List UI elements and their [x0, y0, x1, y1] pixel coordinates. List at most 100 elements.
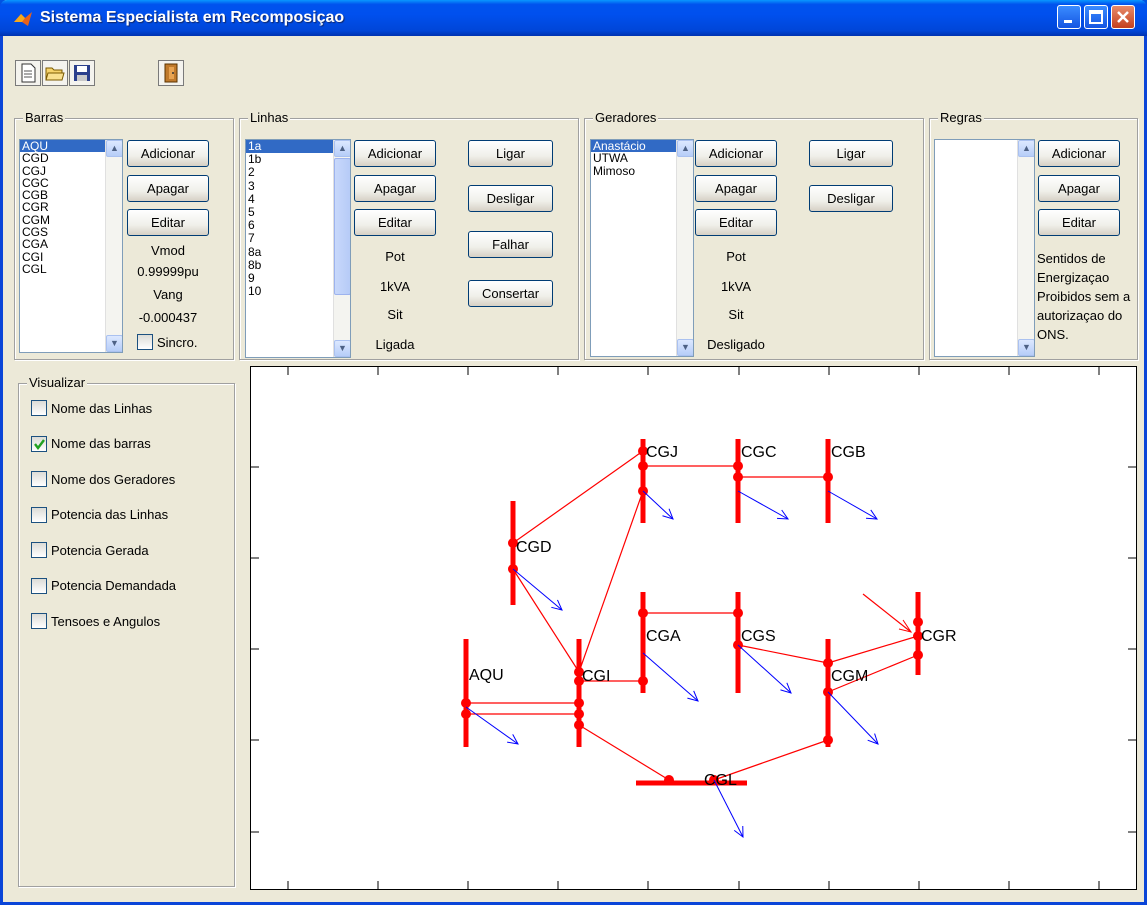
visualizar-option-label: Potencia Gerada	[51, 542, 149, 558]
bus-node	[574, 709, 584, 719]
bus-node	[461, 709, 471, 719]
visualizar-option[interactable]: Potencia Gerada	[31, 540, 149, 560]
barras-delete-button[interactable]: Apagar	[127, 175, 209, 202]
visualizar-option[interactable]: Potencia das Linhas	[31, 505, 168, 525]
scroll-up-icon[interactable]: ▲	[106, 140, 122, 157]
visualizar-option[interactable]: Potencia Demandada	[31, 576, 176, 596]
bus-node	[638, 461, 648, 471]
visualizar-option[interactable]: Nome das barras	[31, 434, 151, 454]
bus-node	[913, 650, 923, 660]
geradores-ligar-button[interactable]: Ligar	[809, 140, 893, 167]
bus-node	[823, 472, 833, 482]
geradores-edit-button[interactable]: Editar	[695, 209, 777, 236]
vang-label: Vang	[153, 287, 183, 302]
geradores-scrollbar[interactable]: ▲ ▼	[676, 140, 693, 356]
maximize-button[interactable]	[1084, 5, 1108, 29]
geradores-pot-value: 1kVA	[720, 279, 752, 294]
network-diagram[interactable]: AQU CGD CGJ CGC CGB CGR CGM CGS CGA CGI CGL	[250, 366, 1137, 890]
load-arrow	[827, 490, 878, 520]
linhas-sit-label: Sit	[387, 307, 403, 322]
barras-scrollbar[interactable]: ▲ ▼	[105, 140, 122, 352]
bus-node	[733, 472, 743, 482]
bus-label: CGL	[704, 772, 737, 789]
regras-edit-button[interactable]: Editar	[1038, 209, 1120, 236]
visualizar-option[interactable]: Nome dos Geradores	[31, 469, 175, 489]
bus-label: CGR	[921, 628, 957, 645]
load-arrow	[465, 706, 519, 745]
barras-listbox[interactable]: AQU CGD CGJ CGC CGB CGR CGM CGS CGA CGI CGL ▲ ▼	[19, 139, 123, 353]
matlab-logo-icon	[14, 12, 32, 26]
bus-label: CGJ	[646, 444, 678, 461]
maximize-icon	[1089, 10, 1103, 24]
minimize-icon	[1064, 20, 1072, 23]
bus-node	[574, 720, 584, 730]
visualizar-check-box[interactable]	[31, 471, 47, 487]
geradores-add-button[interactable]: Adicionar	[695, 140, 777, 167]
visualizar-check-box[interactable]	[31, 435, 47, 452]
exit-door-icon	[164, 63, 178, 83]
scroll-down-icon[interactable]: ▼	[1018, 339, 1034, 356]
sincro-check-box[interactable]	[137, 334, 153, 350]
sincro-checkbox[interactable]: Sincro.	[137, 334, 197, 350]
bus-node	[823, 658, 833, 668]
visualizar-label: Visualizar	[27, 375, 88, 390]
open-button[interactable]	[42, 60, 68, 86]
minimize-button[interactable]	[1057, 5, 1081, 29]
linhas-ligar-button[interactable]: Ligar	[468, 140, 553, 167]
scroll-up-icon[interactable]: ▲	[677, 140, 693, 157]
exit-button[interactable]	[158, 60, 184, 86]
load-arrow	[642, 652, 699, 702]
transmission-line	[512, 568, 580, 673]
regras-add-button[interactable]: Adicionar	[1038, 140, 1120, 167]
linhas-scrollbar[interactable]: ▲ ▼	[333, 140, 350, 357]
scroll-up-icon[interactable]: ▲	[334, 140, 350, 157]
regras-scrollbar[interactable]: ▲ ▼	[1017, 140, 1034, 356]
linhas-desligar-button[interactable]: Desligar	[468, 185, 553, 212]
regras-label: Regras	[938, 110, 984, 125]
scroll-up-icon[interactable]: ▲	[1018, 140, 1034, 157]
transmission-line	[578, 490, 644, 673]
visualizar-option[interactable]: Tensoes e Angulos	[31, 611, 160, 631]
load-arrow	[642, 490, 674, 520]
bus-label: CGC	[741, 444, 777, 461]
geradores-panel: Geradores Anastácio UTWA Mimoso ▲ ▼ Adicio…	[584, 110, 924, 360]
visualizar-check-box[interactable]	[31, 400, 47, 416]
barras-panel: Barras AQU CGD CGJ CGC CGB CGR CGM CGS CGA CGI CGL…	[14, 110, 234, 360]
regras-listbox[interactable]: ▲ ▼	[934, 139, 1035, 357]
transmission-line	[578, 724, 670, 781]
linhas-label: Linhas	[248, 110, 291, 125]
linhas-edit-button[interactable]: Editar	[354, 209, 436, 236]
save-button[interactable]	[69, 60, 95, 86]
close-button[interactable]	[1111, 5, 1135, 29]
barras-add-button[interactable]: Adicionar	[127, 140, 209, 167]
open-folder-icon	[45, 67, 65, 81]
visualizar-option[interactable]: Nome das Linhas	[31, 398, 152, 418]
line-arrowhead	[898, 619, 913, 633]
visualizar-check-box[interactable]	[31, 613, 47, 629]
title-bar[interactable]: Sistema Especialista em Recomposiçao	[0, 0, 1147, 36]
linhas-add-button[interactable]: Adicionar	[354, 140, 436, 167]
transmission-line	[737, 644, 829, 664]
linhas-delete-button[interactable]: Apagar	[354, 175, 436, 202]
scroll-down-icon[interactable]: ▼	[334, 340, 350, 357]
geradores-desligar-button[interactable]: Desligar	[809, 185, 893, 212]
visualizar-check-box[interactable]	[31, 542, 47, 558]
bus-node	[574, 698, 584, 708]
regras-delete-button[interactable]: Apagar	[1038, 175, 1120, 202]
bus-label: AQU	[469, 667, 504, 684]
visualizar-check-box[interactable]	[31, 506, 47, 523]
linhas-listbox[interactable]: 1a 1b 2 3 4 5 6 7 8a 8b 9 10 ▲ ▼	[245, 139, 351, 358]
linhas-scroll-thumb[interactable]	[334, 158, 350, 295]
geradores-listbox[interactable]: Anastácio UTWA Mimoso ▲ ▼	[590, 139, 694, 357]
scroll-down-icon[interactable]: ▼	[106, 335, 122, 352]
visualizar-option-label: Potencia Demandada	[51, 578, 177, 593]
barras-edit-button[interactable]: Editar	[127, 209, 209, 236]
linhas-consertar-button[interactable]: Consertar	[468, 280, 553, 307]
visualizar-check-box[interactable]	[31, 577, 47, 594]
app-window: Sistema Especialista em Recomposiçao Bar…	[0, 0, 1147, 905]
geradores-delete-button[interactable]: Apagar	[695, 175, 777, 202]
new-file-button[interactable]	[15, 60, 41, 86]
load-arrow	[512, 568, 563, 611]
checkmark-icon	[34, 438, 45, 450]
linhas-falhar-button[interactable]: Falhar	[468, 231, 553, 258]
